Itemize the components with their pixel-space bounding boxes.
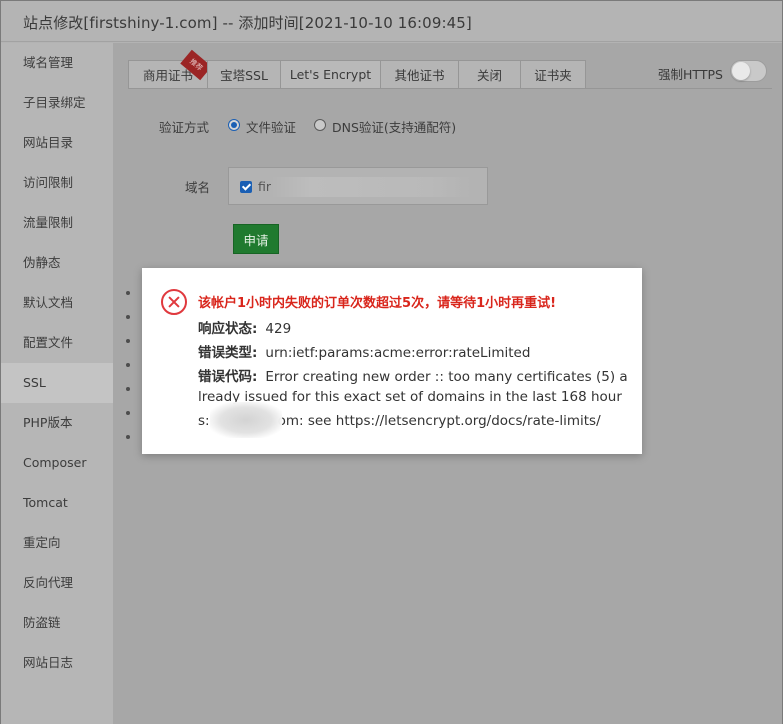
tab-label: 证书夹 [534,68,572,83]
list-bullet [126,435,130,439]
list-bullet [126,315,130,319]
force-https-toggle[interactable] [730,60,767,82]
list-bullet [126,411,130,415]
type-value: urn:ietf:params:acme:error:rateLimited [265,345,531,361]
sidebar-item-composer[interactable]: Composer [1,443,113,483]
window-title: 站点修改[firstshiny-1.com] -- 添加时间[2021-10-1… [23,14,472,32]
tab-baota-ssl[interactable]: 宝塔SSL [207,60,280,89]
sidebar-item-site-dir[interactable]: 网站目录 [1,123,113,163]
force-https-label: 强制HTTPS [658,67,723,82]
list-bullet [126,339,130,343]
domain-label: 域名 [185,180,211,195]
status-key: 响应状态: [198,321,258,337]
apply-button[interactable]: 申请 [233,224,279,254]
sidebar-item-redirect[interactable]: 重定向 [1,523,113,563]
type-row: 错误类型: urn:ietf:params:acme:error:rateLimi… [198,341,530,361]
code-value-line3a: s: [198,413,210,429]
tab-cert-folder[interactable]: 证书夹 [520,60,586,89]
list-bullet [126,387,130,391]
error-icon [161,289,187,315]
code-key: 错误代码: [198,369,258,385]
code-value-line3b: om: see https://letsencrypt.org/docs/rat… [277,413,601,429]
verify-method-label: 验证方式 [159,120,210,135]
tab-close[interactable]: 关闭 [458,60,520,89]
file-verify-radio[interactable] [228,119,240,131]
window-titlebar: 站点修改[firstshiny-1.com] -- 添加时间[2021-10-1… [1,1,782,42]
tabs-divider [128,88,772,89]
ssl-tabs: 商用证书 推荐 宝塔SSL Let's Encrypt 其他证书 关闭 证书夹 [128,49,586,89]
status-value: 429 [265,321,292,337]
dns-verify-radio[interactable] [314,119,326,131]
error-title: 该帐户1小时内失败的订单次数超过5次，请等待1小时再重试! [198,296,557,311]
dns-verify-label[interactable]: DNS验证(支持通配符) [332,117,456,136]
redacted-blur [271,177,471,197]
domain-list: fir [228,167,488,205]
domain-checkbox[interactable] [240,181,252,193]
list-bullet [126,363,130,367]
toggle-knob [732,62,750,80]
tab-other-cert[interactable]: 其他证书 [380,60,458,89]
sidebar-item-tomcat[interactable]: Tomcat [1,483,113,523]
sidebar-item-ssl[interactable]: SSL [1,363,113,403]
sidebar-item-php-version[interactable]: PHP版本 [1,403,113,443]
sidebar: 域名管理 子目录绑定 网站目录 访问限制 流量限制 伪静态 默认文档 配置文件 … [1,43,113,724]
redacted-blur [210,402,282,438]
sidebar-item-domains[interactable]: 域名管理 [1,43,113,83]
tab-commercial-cert[interactable]: 商用证书 推荐 [128,49,212,89]
domain-name: fir [258,179,272,194]
sidebar-item-config-file[interactable]: 配置文件 [1,323,113,363]
type-key: 错误类型: [198,345,258,361]
sidebar-item-access-limit[interactable]: 访问限制 [1,163,113,203]
code-value-line1: Error creating new order :: too many cer… [265,369,628,385]
tab-label: 关闭 [476,68,502,83]
sidebar-item-default-doc[interactable]: 默认文档 [1,283,113,323]
sidebar-item-reverse-proxy[interactable]: 反向代理 [1,563,113,603]
sidebar-item-rewrite[interactable]: 伪静态 [1,243,113,283]
sidebar-item-subdir-bind[interactable]: 子目录绑定 [1,83,113,123]
status-row: 响应状态: 429 [198,317,291,337]
tab-label: 宝塔SSL [220,68,268,83]
list-bullet [126,291,130,295]
sidebar-item-traffic-limit[interactable]: 流量限制 [1,203,113,243]
tab-label: 其他证书 [394,68,445,83]
sidebar-item-hotlink[interactable]: 防盗链 [1,603,113,643]
file-verify-label[interactable]: 文件验证 [246,117,296,136]
code-row: 错误代码: Error creating new order :: too man… [198,365,628,385]
tab-label: Let's Encrypt [289,67,372,82]
error-dialog: 该帐户1小时内失败的订单次数超过5次，请等待1小时再重试! 响应状态: 429 错… [142,268,642,454]
sidebar-item-site-log[interactable]: 网站日志 [1,643,113,683]
tab-lets-encrypt[interactable]: Let's Encrypt [280,60,380,89]
